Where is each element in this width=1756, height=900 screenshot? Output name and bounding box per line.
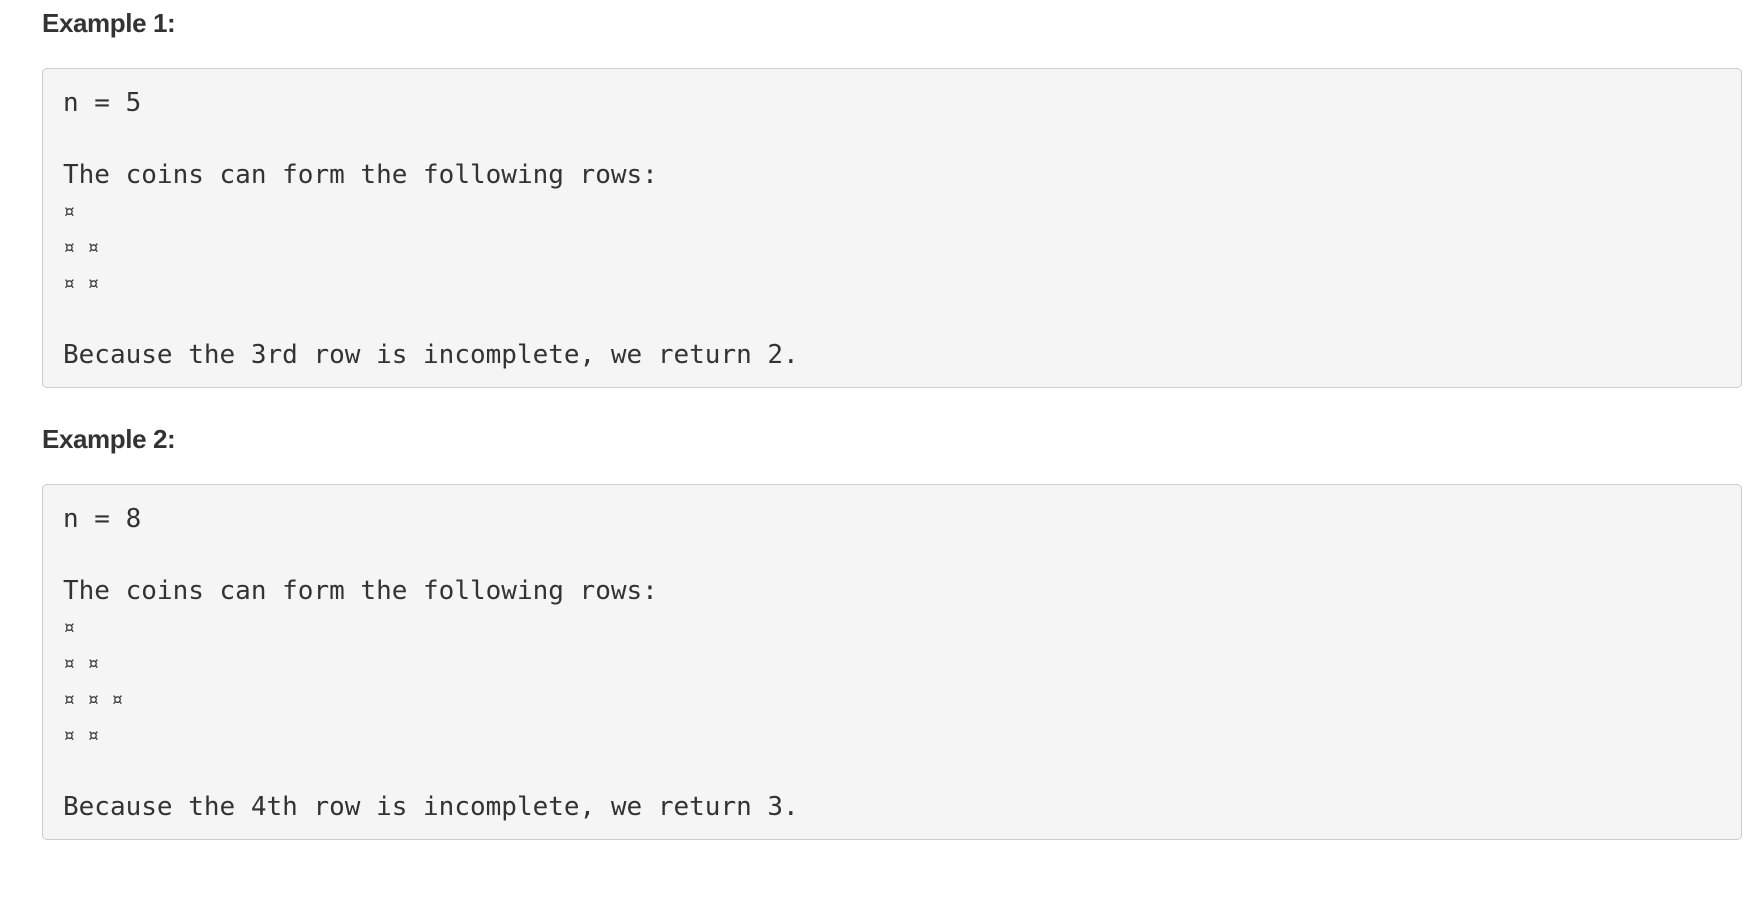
example-1-row-2: ¤ ¤	[63, 235, 100, 259]
example-2-code-block: n = 8 The coins can form the following r…	[42, 484, 1742, 840]
example-1-explanation: Because the 3rd row is incomplete, we re…	[63, 340, 799, 370]
examples-section: Example 1: n = 5 The coins can form the …	[42, 0, 1742, 840]
example-2-row-2: ¤ ¤	[63, 651, 100, 675]
example-1-row-1: ¤	[63, 199, 76, 223]
example-1-intro: The coins can form the following rows:	[63, 160, 658, 190]
example-2-row-4: ¤ ¤	[63, 723, 100, 747]
example-1-code-block: n = 5 The coins can form the following r…	[42, 68, 1742, 388]
example-1-heading: Example 1:	[42, 8, 176, 38]
example-2-intro: The coins can form the following rows:	[63, 576, 658, 606]
example-2-row-3: ¤ ¤ ¤	[63, 687, 124, 711]
example-1-row-3: ¤ ¤	[63, 271, 100, 295]
example-2-row-1: ¤	[63, 615, 76, 639]
example-1-input: n = 5	[63, 88, 142, 118]
example-2-input: n = 8	[63, 504, 142, 534]
example-2-heading: Example 2:	[42, 424, 176, 454]
example-2-explanation: Because the 4th row is incomplete, we re…	[63, 792, 799, 822]
